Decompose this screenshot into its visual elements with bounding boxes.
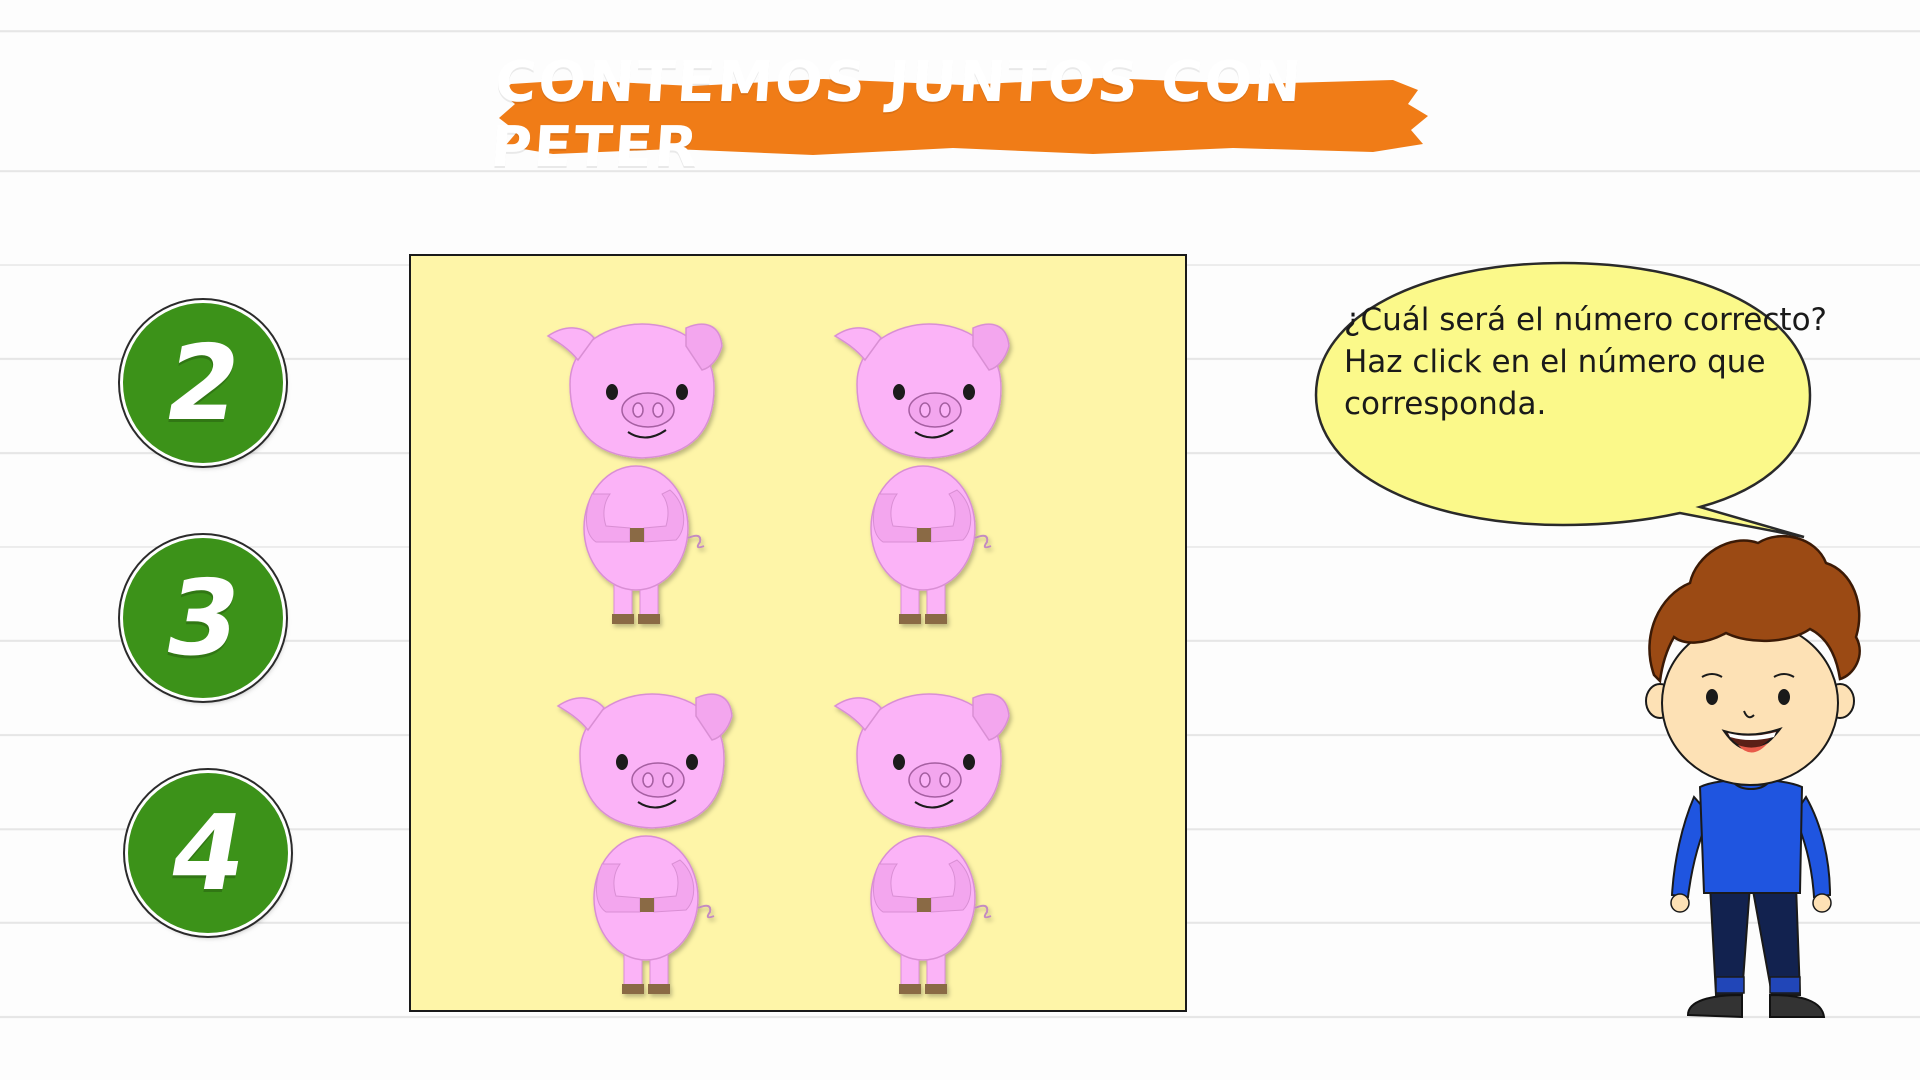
page-title: CONTEMOS JUNTOS CON PETER [488,50,1306,180]
peter-character [1645,534,1861,1019]
option-2-label: 2 [156,322,250,444]
counting-panel [409,254,1187,1012]
option-3-label: 3 [156,557,250,679]
speech-bubble: ¿Cuál será el número correcto? Haz click… [1308,255,1827,545]
option-4-label: 4 [161,792,255,914]
title-banner: CONTEMOS JUNTOS CON PETER [488,50,1433,180]
option-2-button[interactable]: 2 [123,303,283,463]
pig-icon [813,306,1028,641]
instructions-line-1: ¿Cuál será el número correcto? [1344,302,1827,338]
pig-icon [813,676,1028,1011]
instructions-line-2: Haz click en el número que [1344,344,1766,380]
pig-icon [526,306,741,641]
pig-icon [536,676,751,1011]
instructions-text: ¿Cuál será el número correcto? Haz click… [1344,299,1827,425]
option-3-button[interactable]: 3 [123,538,283,698]
option-4-button[interactable]: 4 [128,773,288,933]
instructions-line-3: corresponda. [1344,386,1547,422]
